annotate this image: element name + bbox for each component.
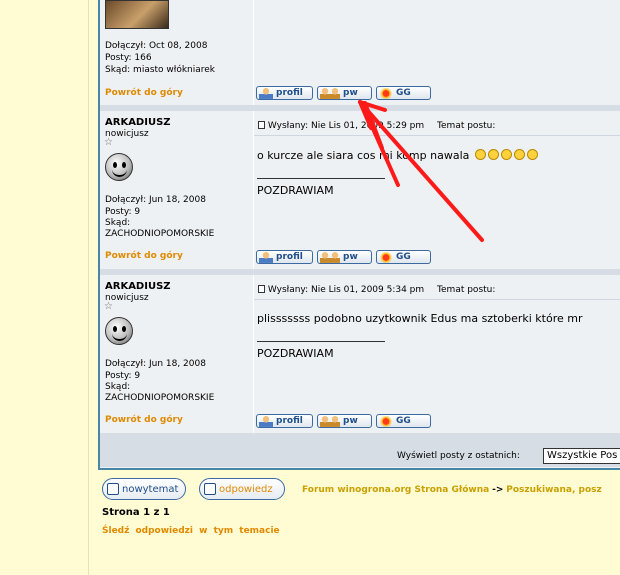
topic-crumb-link[interactable]: Poszukiwana, posz	[506, 485, 602, 495]
forum-index-link[interactable]: Forum winogrona.org Strona Główna	[302, 485, 489, 495]
breadcrumb-arrow: ->	[492, 485, 504, 495]
reply-button[interactable]: odpowiedz	[199, 478, 285, 500]
reply-icon	[204, 483, 216, 495]
breadcrumb: Forum winogrona.org Strona Główna -> Pos…	[302, 485, 602, 495]
new-topic-icon	[107, 483, 119, 495]
page-number: Strona 1 z 1	[102, 507, 170, 518]
watch-topic-link[interactable]: Śledź odpowiedzi w tym temacie	[102, 526, 280, 536]
new-topic-button[interactable]: nowytemat	[102, 478, 186, 500]
